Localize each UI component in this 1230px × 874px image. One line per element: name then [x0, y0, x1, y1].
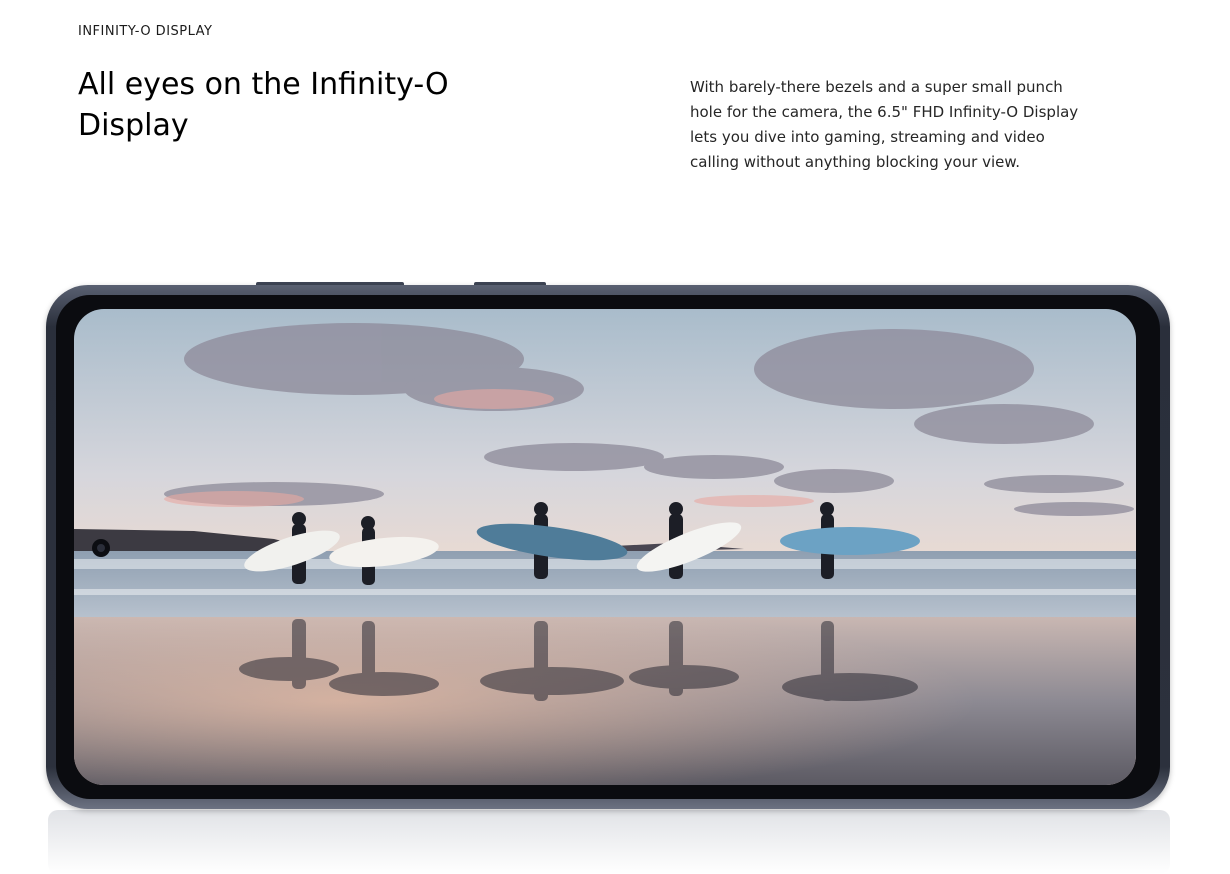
phone-screen	[74, 309, 1136, 785]
section-eyebrow: INFINITY-O DISPLAY	[78, 24, 213, 39]
phone-reflection	[48, 810, 1170, 874]
section-description: With barely-there bezels and a super sma…	[690, 78, 1079, 171]
feature-section: INFINITY-O DISPLAY All eyes on the Infin…	[0, 0, 1230, 874]
section-headline: All eyes on the Infinity-O Display	[78, 67, 449, 143]
beach-sunset-image	[74, 309, 1136, 785]
phone-bezel	[56, 295, 1160, 799]
phone-frame	[46, 285, 1170, 809]
